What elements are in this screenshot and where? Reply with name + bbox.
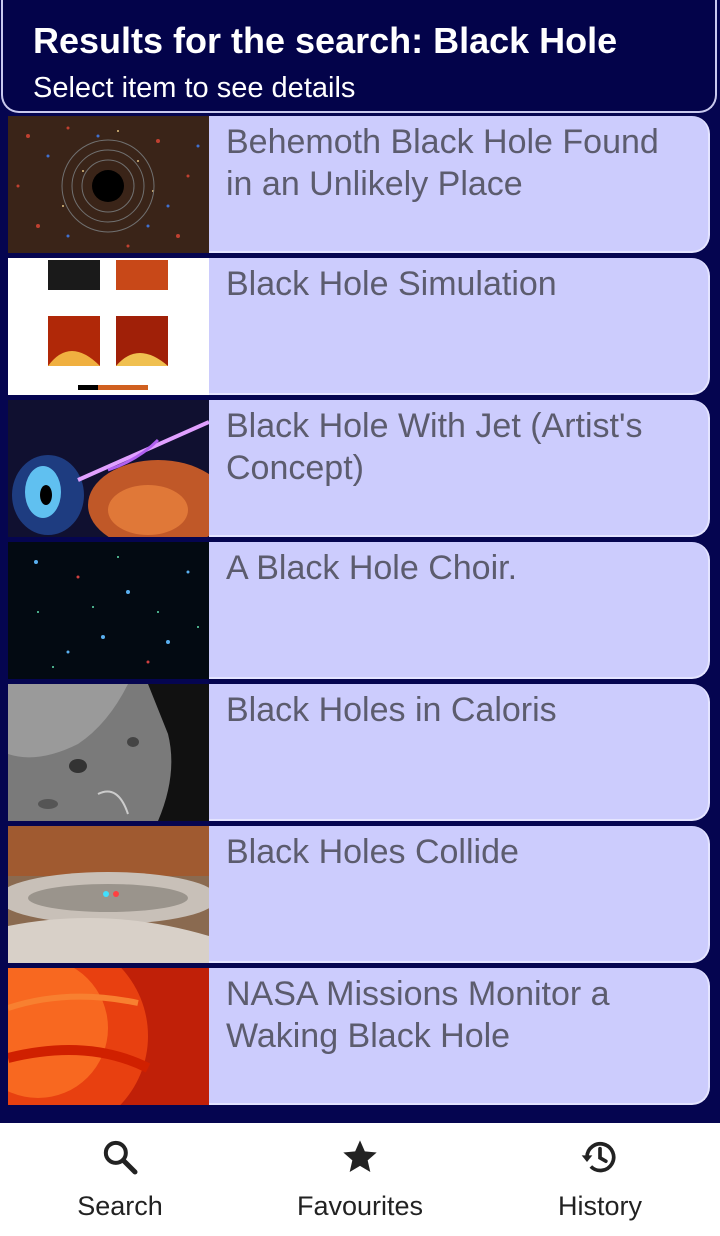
result-card[interactable]: A Black Hole Choir. <box>209 542 710 679</box>
result-thumbnail[interactable] <box>8 826 209 963</box>
result-card[interactable]: Black Hole Simulation <box>209 258 710 395</box>
result-thumbnail[interactable] <box>8 258 209 395</box>
list-item[interactable]: Black Hole With Jet (Artist's Concept) <box>8 400 710 537</box>
page-subtitle: Select item to see details <box>33 72 356 104</box>
nav-favourites-button[interactable]: Favourites <box>240 1123 480 1236</box>
result-title: Behemoth Black Hole Found in an Unlikely… <box>226 123 659 203</box>
result-title: Black Hole With Jet (Artist's Concept) <box>226 407 643 487</box>
result-card[interactable]: Black Holes Collide <box>209 826 710 963</box>
page-title: Results for the search: Black Hole <box>33 20 618 61</box>
nav-favourites-label: Favourites <box>296 1191 424 1221</box>
result-card[interactable]: Black Holes in Caloris <box>209 684 710 821</box>
result-thumbnail[interactable] <box>8 400 209 537</box>
result-title: Black Hole Simulation <box>226 265 557 303</box>
star-icon <box>343 1140 377 1172</box>
list-item[interactable]: NASA Missions Monitor a Waking Black Hol… <box>8 968 710 1105</box>
result-thumbnail[interactable] <box>8 968 209 1105</box>
result-title: NASA Missions Monitor a Waking Black Hol… <box>226 975 610 1055</box>
history-icon <box>581 1141 616 1173</box>
result-card[interactable]: Behemoth Black Hole Found in an Unlikely… <box>209 116 710 253</box>
nav-history-label: History <box>557 1191 642 1221</box>
result-card[interactable]: Black Hole With Jet (Artist's Concept) <box>209 400 710 537</box>
list-item[interactable]: Black Hole Simulation <box>8 258 710 395</box>
nav-search-button[interactable]: Search <box>0 1123 240 1236</box>
bottom-navigation: Search Favourites History <box>0 1123 720 1236</box>
result-card[interactable]: NASA Missions Monitor a Waking Black Hol… <box>209 968 710 1105</box>
result-thumbnail[interactable] <box>8 116 209 253</box>
result-title: A Black Hole Choir. <box>226 549 518 587</box>
list-item[interactable]: Black Holes in Caloris <box>8 684 710 821</box>
result-title: Black Holes Collide <box>226 833 519 871</box>
results-list[interactable]: Behemoth Black Hole Found in an Unlikely… <box>0 116 720 1108</box>
search-icon <box>103 1140 138 1175</box>
list-item[interactable]: A Black Hole Choir. <box>8 542 710 679</box>
result-title: Black Holes in Caloris <box>226 691 557 729</box>
results-header: Results for the search: Black Hole Selec… <box>1 0 717 113</box>
nav-search-label: Search <box>77 1191 163 1221</box>
list-item[interactable]: Behemoth Black Hole Found in an Unlikely… <box>8 116 710 253</box>
result-thumbnail[interactable] <box>8 684 209 821</box>
nav-history-button[interactable]: History <box>480 1123 720 1236</box>
result-thumbnail[interactable] <box>8 542 209 679</box>
list-item[interactable]: Black Holes Collide <box>8 826 710 963</box>
